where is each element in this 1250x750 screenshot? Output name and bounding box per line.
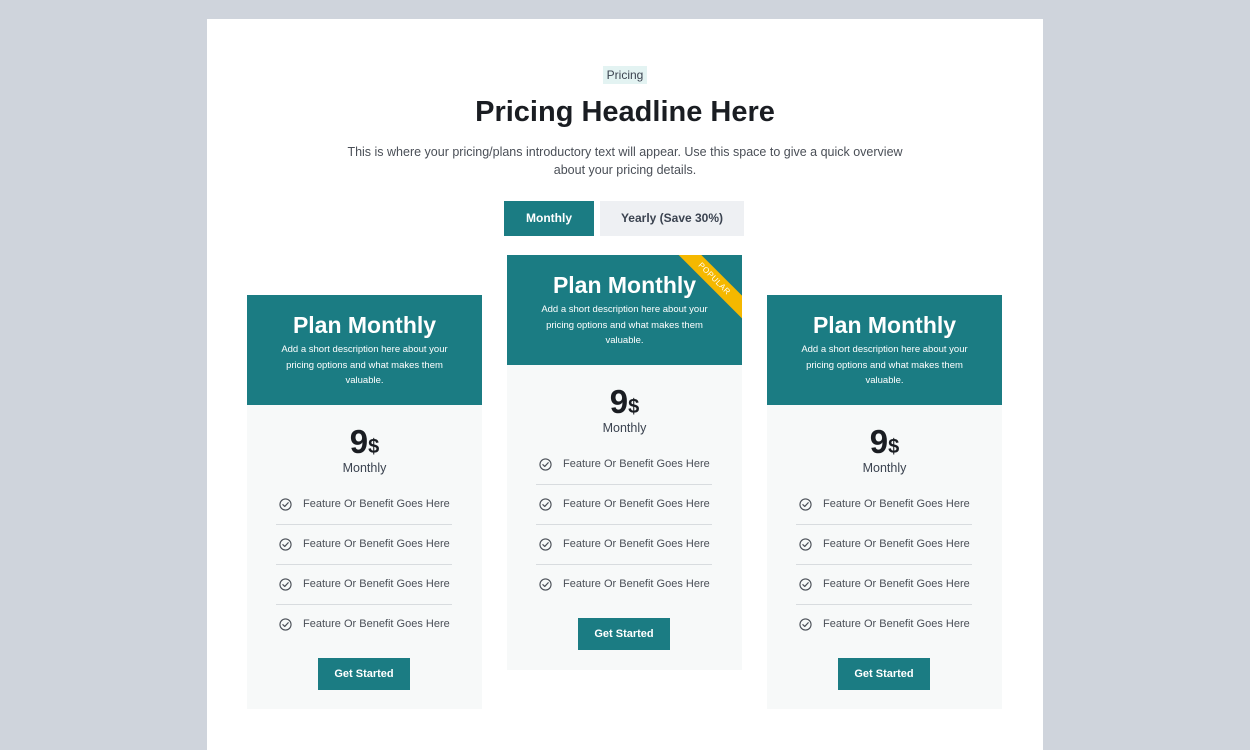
feature-label: Feature Or Benefit Goes Here: [823, 538, 970, 550]
check-circle-icon: [799, 498, 812, 511]
feature-list: Feature Or Benefit Goes Here Feature Or …: [796, 485, 972, 644]
feature-label: Feature Or Benefit Goes Here: [563, 498, 710, 510]
feature-label: Feature Or Benefit Goes Here: [303, 618, 450, 630]
list-item: Feature Or Benefit Goes Here: [536, 525, 712, 565]
plan-description: Add a short description here about your …: [281, 344, 448, 386]
list-item: Feature Or Benefit Goes Here: [536, 445, 712, 485]
plan-card-header: Plan Monthly Add a short description her…: [767, 295, 1002, 405]
feature-label: Feature Or Benefit Goes Here: [563, 538, 710, 550]
plan-price: 9$: [247, 425, 482, 459]
plan-card-header: Plan Monthly Add a short description her…: [247, 295, 482, 405]
check-circle-icon: [279, 498, 292, 511]
check-circle-icon: [799, 618, 812, 631]
get-started-button[interactable]: Get Started: [838, 658, 930, 690]
check-circle-icon: [539, 498, 552, 511]
plan-title: Plan Monthly: [292, 312, 437, 338]
price-amount: 9: [609, 383, 629, 420]
check-circle-icon: [279, 538, 292, 551]
section-eyebrow: Pricing: [207, 66, 1043, 84]
list-item: Feature Or Benefit Goes Here: [796, 565, 972, 605]
plan-description: Add a short description here about your …: [801, 344, 968, 386]
feature-label: Feature Or Benefit Goes Here: [303, 538, 450, 550]
price-period: Monthly: [602, 421, 647, 435]
check-circle-icon: [539, 578, 552, 591]
list-item: Feature Or Benefit Goes Here: [796, 485, 972, 525]
plan-card-popular: POPULAR Plan Monthly Add a short descrip…: [507, 255, 742, 670]
list-item: Feature Or Benefit Goes Here: [796, 525, 972, 565]
check-circle-icon: [279, 578, 292, 591]
list-item: Feature Or Benefit Goes Here: [276, 605, 452, 644]
check-circle-icon: [539, 538, 552, 551]
price-currency: $: [368, 436, 380, 458]
plan-price: 9$: [507, 385, 742, 419]
intro-text: This is where your pricing/plans introdu…: [347, 145, 903, 177]
plan-card: Plan Monthly Add a short description her…: [767, 295, 1002, 709]
plan-title: Plan Monthly: [812, 312, 957, 338]
feature-label: Feature Or Benefit Goes Here: [303, 578, 450, 590]
price-period: Monthly: [342, 461, 387, 475]
eyebrow-label: Pricing: [602, 66, 648, 84]
price-amount: 9: [869, 423, 889, 460]
feature-list: Feature Or Benefit Goes Here Feature Or …: [276, 485, 452, 644]
page-title: Pricing Headline Here: [475, 96, 775, 128]
list-item: Feature Or Benefit Goes Here: [536, 565, 712, 604]
plan-title: Plan Monthly: [552, 272, 697, 298]
feature-label: Feature Or Benefit Goes Here: [823, 578, 970, 590]
feature-label: Feature Or Benefit Goes Here: [303, 498, 450, 510]
check-circle-icon: [279, 618, 292, 631]
price-currency: $: [888, 436, 900, 458]
list-item: Feature Or Benefit Goes Here: [536, 485, 712, 525]
feature-label: Feature Or Benefit Goes Here: [823, 498, 970, 510]
price-currency: $: [628, 396, 640, 418]
list-item: Feature Or Benefit Goes Here: [276, 525, 452, 565]
list-item: Feature Or Benefit Goes Here: [276, 485, 452, 525]
get-started-button[interactable]: Get Started: [318, 658, 410, 690]
feature-label: Feature Or Benefit Goes Here: [823, 618, 970, 630]
check-circle-icon: [799, 538, 812, 551]
list-item: Feature Or Benefit Goes Here: [796, 605, 972, 644]
plan-card-header: POPULAR Plan Monthly Add a short descrip…: [507, 255, 742, 365]
plan-card: Plan Monthly Add a short description her…: [247, 295, 482, 709]
price-amount: 9: [349, 423, 369, 460]
check-circle-icon: [799, 578, 812, 591]
get-started-button[interactable]: Get Started: [578, 618, 670, 650]
pricing-section: Pricing Pricing Headline Here This is wh…: [207, 19, 1043, 750]
feature-list: Feature Or Benefit Goes Here Feature Or …: [536, 445, 712, 604]
plan-description: Add a short description here about your …: [541, 304, 708, 346]
price-period: Monthly: [862, 461, 907, 475]
tab-yearly[interactable]: Yearly (Save 30%): [600, 201, 744, 236]
list-item: Feature Or Benefit Goes Here: [276, 565, 452, 605]
tab-monthly[interactable]: Monthly: [504, 201, 594, 236]
plan-price: 9$: [767, 425, 1002, 459]
check-circle-icon: [539, 458, 552, 471]
feature-label: Feature Or Benefit Goes Here: [563, 578, 710, 590]
feature-label: Feature Or Benefit Goes Here: [563, 458, 710, 470]
